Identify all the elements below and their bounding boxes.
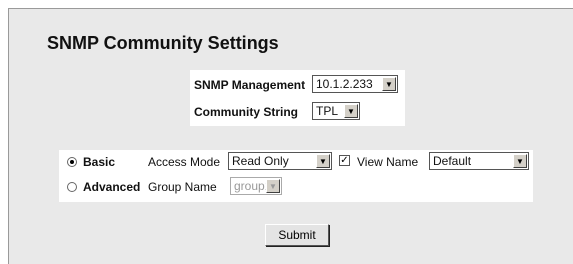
group-name-select[interactable]: group1 ▼ xyxy=(230,177,282,195)
chevron-down-icon: ▼ xyxy=(344,104,358,118)
access-mode-select[interactable]: Read Only ▼ xyxy=(228,152,332,170)
access-mode-label: Access Mode xyxy=(148,155,221,169)
snmp-management-label: SNMP Management xyxy=(194,78,306,92)
community-string-value: TPL xyxy=(316,104,339,118)
community-string-label: Community String xyxy=(194,105,298,119)
submit-button[interactable]: Submit xyxy=(265,224,329,246)
chevron-down-icon: ▼ xyxy=(513,154,527,168)
access-mode-value: Read Only xyxy=(232,154,289,168)
chevron-down-icon: ▼ xyxy=(266,179,280,193)
page-title: SNMP Community Settings xyxy=(47,33,279,53)
view-name-label: View Name xyxy=(357,155,419,169)
community-string-select[interactable]: TPL ▼ xyxy=(312,102,360,120)
group-name-label: Group Name xyxy=(148,180,217,194)
basic-label: Basic xyxy=(83,155,116,169)
view-name-checkbox[interactable]: ✓ xyxy=(339,155,350,166)
chevron-down-icon: ▼ xyxy=(316,154,330,168)
view-name-value: Default xyxy=(433,154,472,168)
view-name-select[interactable]: Default ▼ xyxy=(429,152,529,170)
community-options-table: Basic Access Mode Read Only ▼ ✓ View Nam… xyxy=(59,150,533,202)
snmp-settings-table: SNMP Management 10.1.2.233 ▼ Community S… xyxy=(190,70,405,126)
advanced-label: Advanced xyxy=(83,180,141,194)
chevron-down-icon: ▼ xyxy=(382,77,396,91)
group-name-value: group1 xyxy=(234,179,266,193)
basic-radio[interactable] xyxy=(67,157,77,167)
snmp-management-value: 10.1.2.233 xyxy=(316,77,373,91)
advanced-radio[interactable] xyxy=(67,182,77,192)
snmp-management-select[interactable]: 10.1.2.233 ▼ xyxy=(312,75,398,93)
